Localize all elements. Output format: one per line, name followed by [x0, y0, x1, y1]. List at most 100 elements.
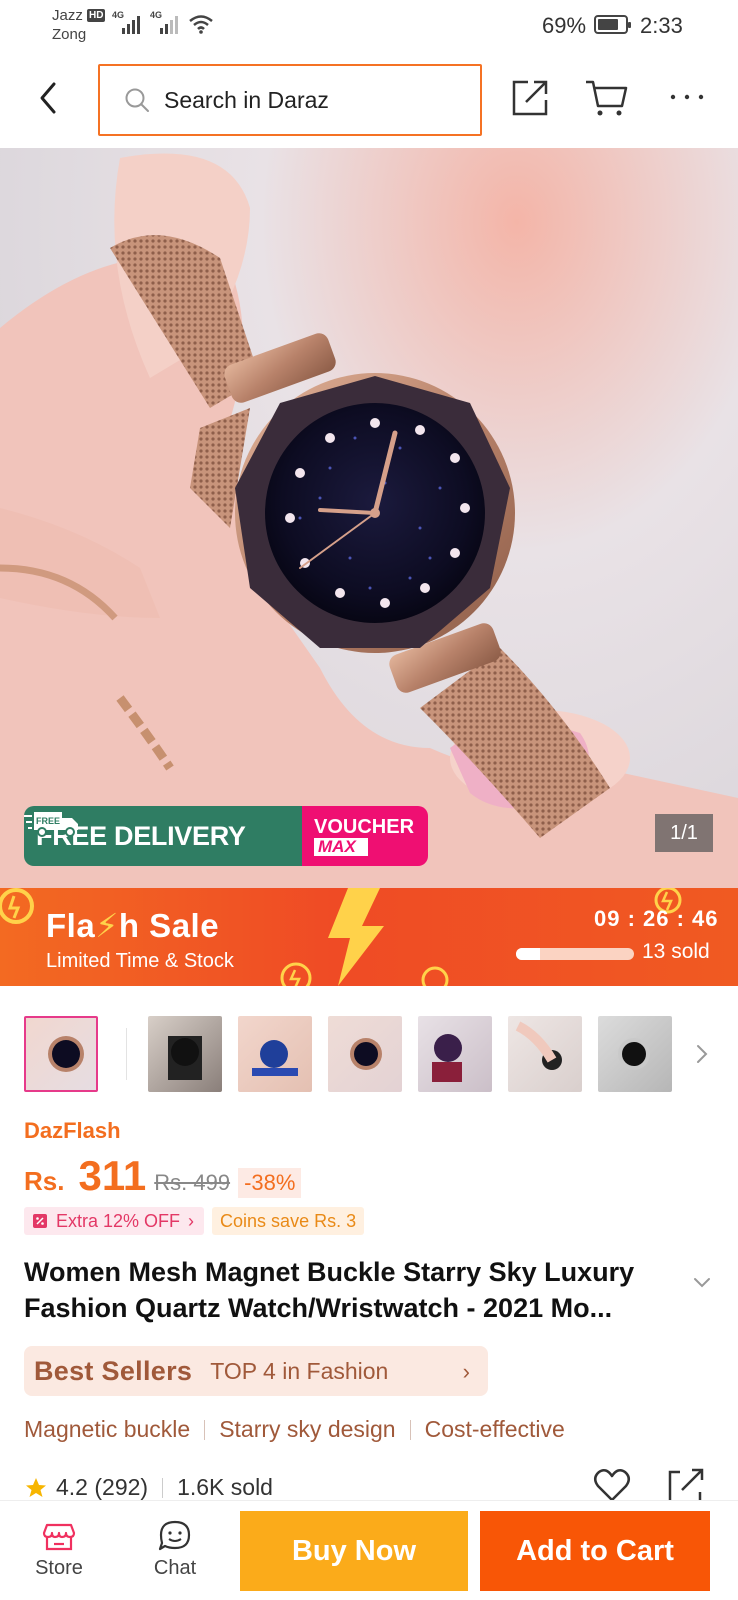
bottom-action-bar: Store Chat Buy Now Add to Cart [0, 1500, 738, 1600]
more-button[interactable] [664, 74, 710, 120]
heart-icon[interactable] [592, 1468, 632, 1504]
chevron-right-icon: › [462, 1359, 470, 1384]
wifi-icon [189, 15, 213, 34]
best-sellers-banner[interactable]: Best Sellers TOP 4 in Fashion › [24, 1346, 488, 1396]
free-tag: FREE [36, 816, 60, 826]
discount-badge: -38% [238, 1168, 302, 1198]
dazflash-label: DazFlash [24, 1118, 121, 1143]
search-placeholder: Search in Daraz [164, 86, 329, 113]
promo-badge: FREE FREE DELIVERY VOUCHER MAX [24, 806, 428, 866]
sold-total: 1.6K sold [177, 1474, 273, 1500]
sold-progress-fill [516, 948, 540, 960]
price-value: 311 [78, 1152, 147, 1199]
rating-row[interactable]: 4.2 (292) 1.6K sold [24, 1474, 273, 1501]
back-button[interactable] [30, 76, 70, 120]
chat-button[interactable]: Chat [140, 1519, 210, 1580]
product-image[interactable]: FREE FREE DELIVERY VOUCHER MAX 1/1 [0, 148, 738, 888]
flash-sale-title: Fla⚡h Sale [46, 907, 220, 944]
rating-value: 4.2 [56, 1474, 88, 1500]
store-label: Store [35, 1557, 83, 1579]
rating-count: (292) [94, 1474, 149, 1500]
hd-badge: HD [87, 9, 106, 22]
store-icon [42, 1523, 76, 1551]
feature-item: Starry sky design [219, 1416, 396, 1442]
flash-sale-banner[interactable]: Fla⚡h Sale Limited Time & Stock 09 : 26 … [0, 888, 738, 986]
carrier-info: Jazz HD Zong [52, 6, 106, 44]
thumbnail-image [252, 1040, 298, 1076]
thumbnail-5[interactable] [418, 1016, 492, 1092]
watch-illustration [0, 153, 738, 888]
feature-item: Magnetic buckle [24, 1416, 191, 1442]
signal-icon: 4G [112, 10, 140, 34]
voucher-label: VOUCHER [314, 816, 415, 838]
feature-item: Cost-effective [424, 1416, 565, 1442]
chevron-right-icon: › [188, 1210, 195, 1231]
thumbnail-2[interactable] [148, 1016, 222, 1092]
signal-icon: 4G [150, 10, 178, 34]
feature-list: Magnetic buckle Starry sky design Cost-e… [24, 1416, 565, 1443]
thumbnail-4[interactable] [328, 1016, 402, 1092]
delivery-truck-icon: FREE [24, 812, 78, 837]
rating-divider [162, 1477, 164, 1498]
countdown-timer: 09 : 26 : 46 [594, 906, 719, 931]
thumbnail-image [618, 1038, 650, 1070]
share-icon [512, 80, 548, 116]
more-dots-icon [670, 94, 704, 100]
image-counter: 1/1 [655, 814, 713, 852]
lightning-icon [328, 888, 384, 986]
extra-off-tag[interactable]: Extra 12% OFF › [24, 1207, 205, 1235]
search-icon [125, 88, 149, 112]
alarm-clock-icon [0, 888, 34, 924]
chevron-left-icon [40, 82, 56, 114]
share-button[interactable] [508, 74, 554, 120]
clock: 2:33 [640, 13, 683, 38]
extra-off-label: Extra 12% OFF [56, 1210, 181, 1231]
thumbnail-divider [126, 1028, 127, 1080]
price-row: Rs. 311 Rs. 499 -38% [24, 1152, 302, 1202]
feature-divider [204, 1419, 206, 1440]
product-title: Women Mesh Magnet Buckle Starry Sky Luxu… [24, 1257, 635, 1323]
original-price: Rs. 499 [154, 1170, 231, 1195]
voucher-max-badge: VOUCHER MAX [302, 806, 428, 866]
thumbnail-7[interactable] [598, 1016, 672, 1092]
chat-icon [158, 1520, 191, 1551]
sold-count: 13 sold [642, 940, 710, 963]
free-delivery-badge: FREE FREE DELIVERY [24, 806, 302, 866]
bolt-icon: ⚡ [95, 907, 119, 944]
buy-now-button[interactable]: Buy Now [240, 1511, 468, 1591]
best-sellers-logo: Best Sellers [34, 1355, 193, 1386]
voucher-max-label: MAX [314, 838, 368, 856]
add-to-cart-button[interactable]: Add to Cart [480, 1511, 710, 1591]
battery-percent: 69% [542, 13, 587, 38]
chevron-down-icon[interactable] [692, 1276, 712, 1290]
thumbnail-image [350, 1038, 382, 1070]
carrier-2: Zong [52, 26, 87, 43]
flash-sale-subtitle: Limited Time & Stock [46, 950, 234, 972]
status-bar: Jazz HD Zong 4G 4G 69% 2:33 [0, 0, 738, 52]
thumbnail-image [432, 1034, 462, 1082]
star-icon [26, 1477, 46, 1497]
cart-button[interactable] [584, 74, 630, 120]
thumbnail-image [515, 1021, 562, 1070]
chat-label: Chat [153, 1557, 197, 1579]
search-input[interactable]: Search in Daraz [98, 64, 482, 136]
price-currency: Rs. [24, 1166, 65, 1196]
header: Search in Daraz [0, 58, 738, 142]
thumbnail-1[interactable] [24, 1016, 98, 1092]
carrier-1: Jazz [52, 7, 83, 24]
promo-tags: Extra 12% OFF › Coins save Rs. 3 [24, 1207, 365, 1235]
store-button[interactable]: Store [24, 1519, 94, 1580]
sold-progress-bar [516, 948, 634, 960]
alarm-clock-icon [421, 966, 449, 986]
battery-icon [594, 15, 631, 34]
coins-tag: Coins save Rs. 3 [212, 1207, 365, 1235]
feature-divider [409, 1419, 411, 1440]
thumbnail-image [168, 1036, 202, 1080]
thumbnail-image [48, 1036, 84, 1072]
cart-icon [586, 80, 628, 116]
thumbnail-3[interactable] [238, 1016, 312, 1092]
best-sellers-rank: TOP 4 in Fashion [210, 1357, 389, 1384]
thumbnail-6[interactable] [508, 1016, 582, 1092]
voucher-ticket-icon [33, 1214, 47, 1228]
chevron-right-icon[interactable] [692, 1040, 712, 1068]
